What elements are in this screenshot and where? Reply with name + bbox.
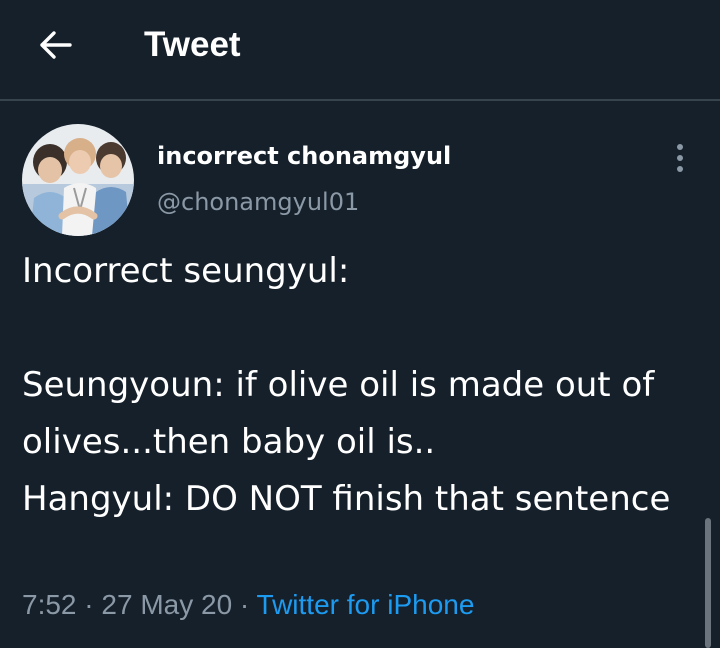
page-title: Tweet xyxy=(144,25,241,64)
avatar[interactable] xyxy=(22,124,134,236)
tweet-date[interactable]: 27 May 20 xyxy=(101,589,232,620)
separator: · xyxy=(76,589,102,620)
scrollbar[interactable] xyxy=(705,518,711,648)
avatar-image xyxy=(22,124,134,236)
tweet-source-link[interactable]: Twitter for iPhone xyxy=(257,589,475,620)
user-handle[interactable]: @chonamgyul01 xyxy=(157,186,359,218)
arrow-left-icon xyxy=(40,31,72,59)
tweet-time[interactable]: 7:52 xyxy=(22,589,77,620)
more-options-button[interactable] xyxy=(664,138,696,178)
top-bar: Tweet xyxy=(0,0,720,101)
more-vertical-icon xyxy=(677,144,683,172)
back-button[interactable] xyxy=(30,22,80,68)
display-name[interactable]: incorrect chonamgyul xyxy=(157,140,451,172)
tweet-text: Incorrect seungyul: Seungyoun: if olive … xyxy=(22,251,671,519)
tweet-metadata: 7:52 · 27 May 20 · Twitter for iPhone xyxy=(22,587,474,623)
separator: · xyxy=(232,589,257,620)
